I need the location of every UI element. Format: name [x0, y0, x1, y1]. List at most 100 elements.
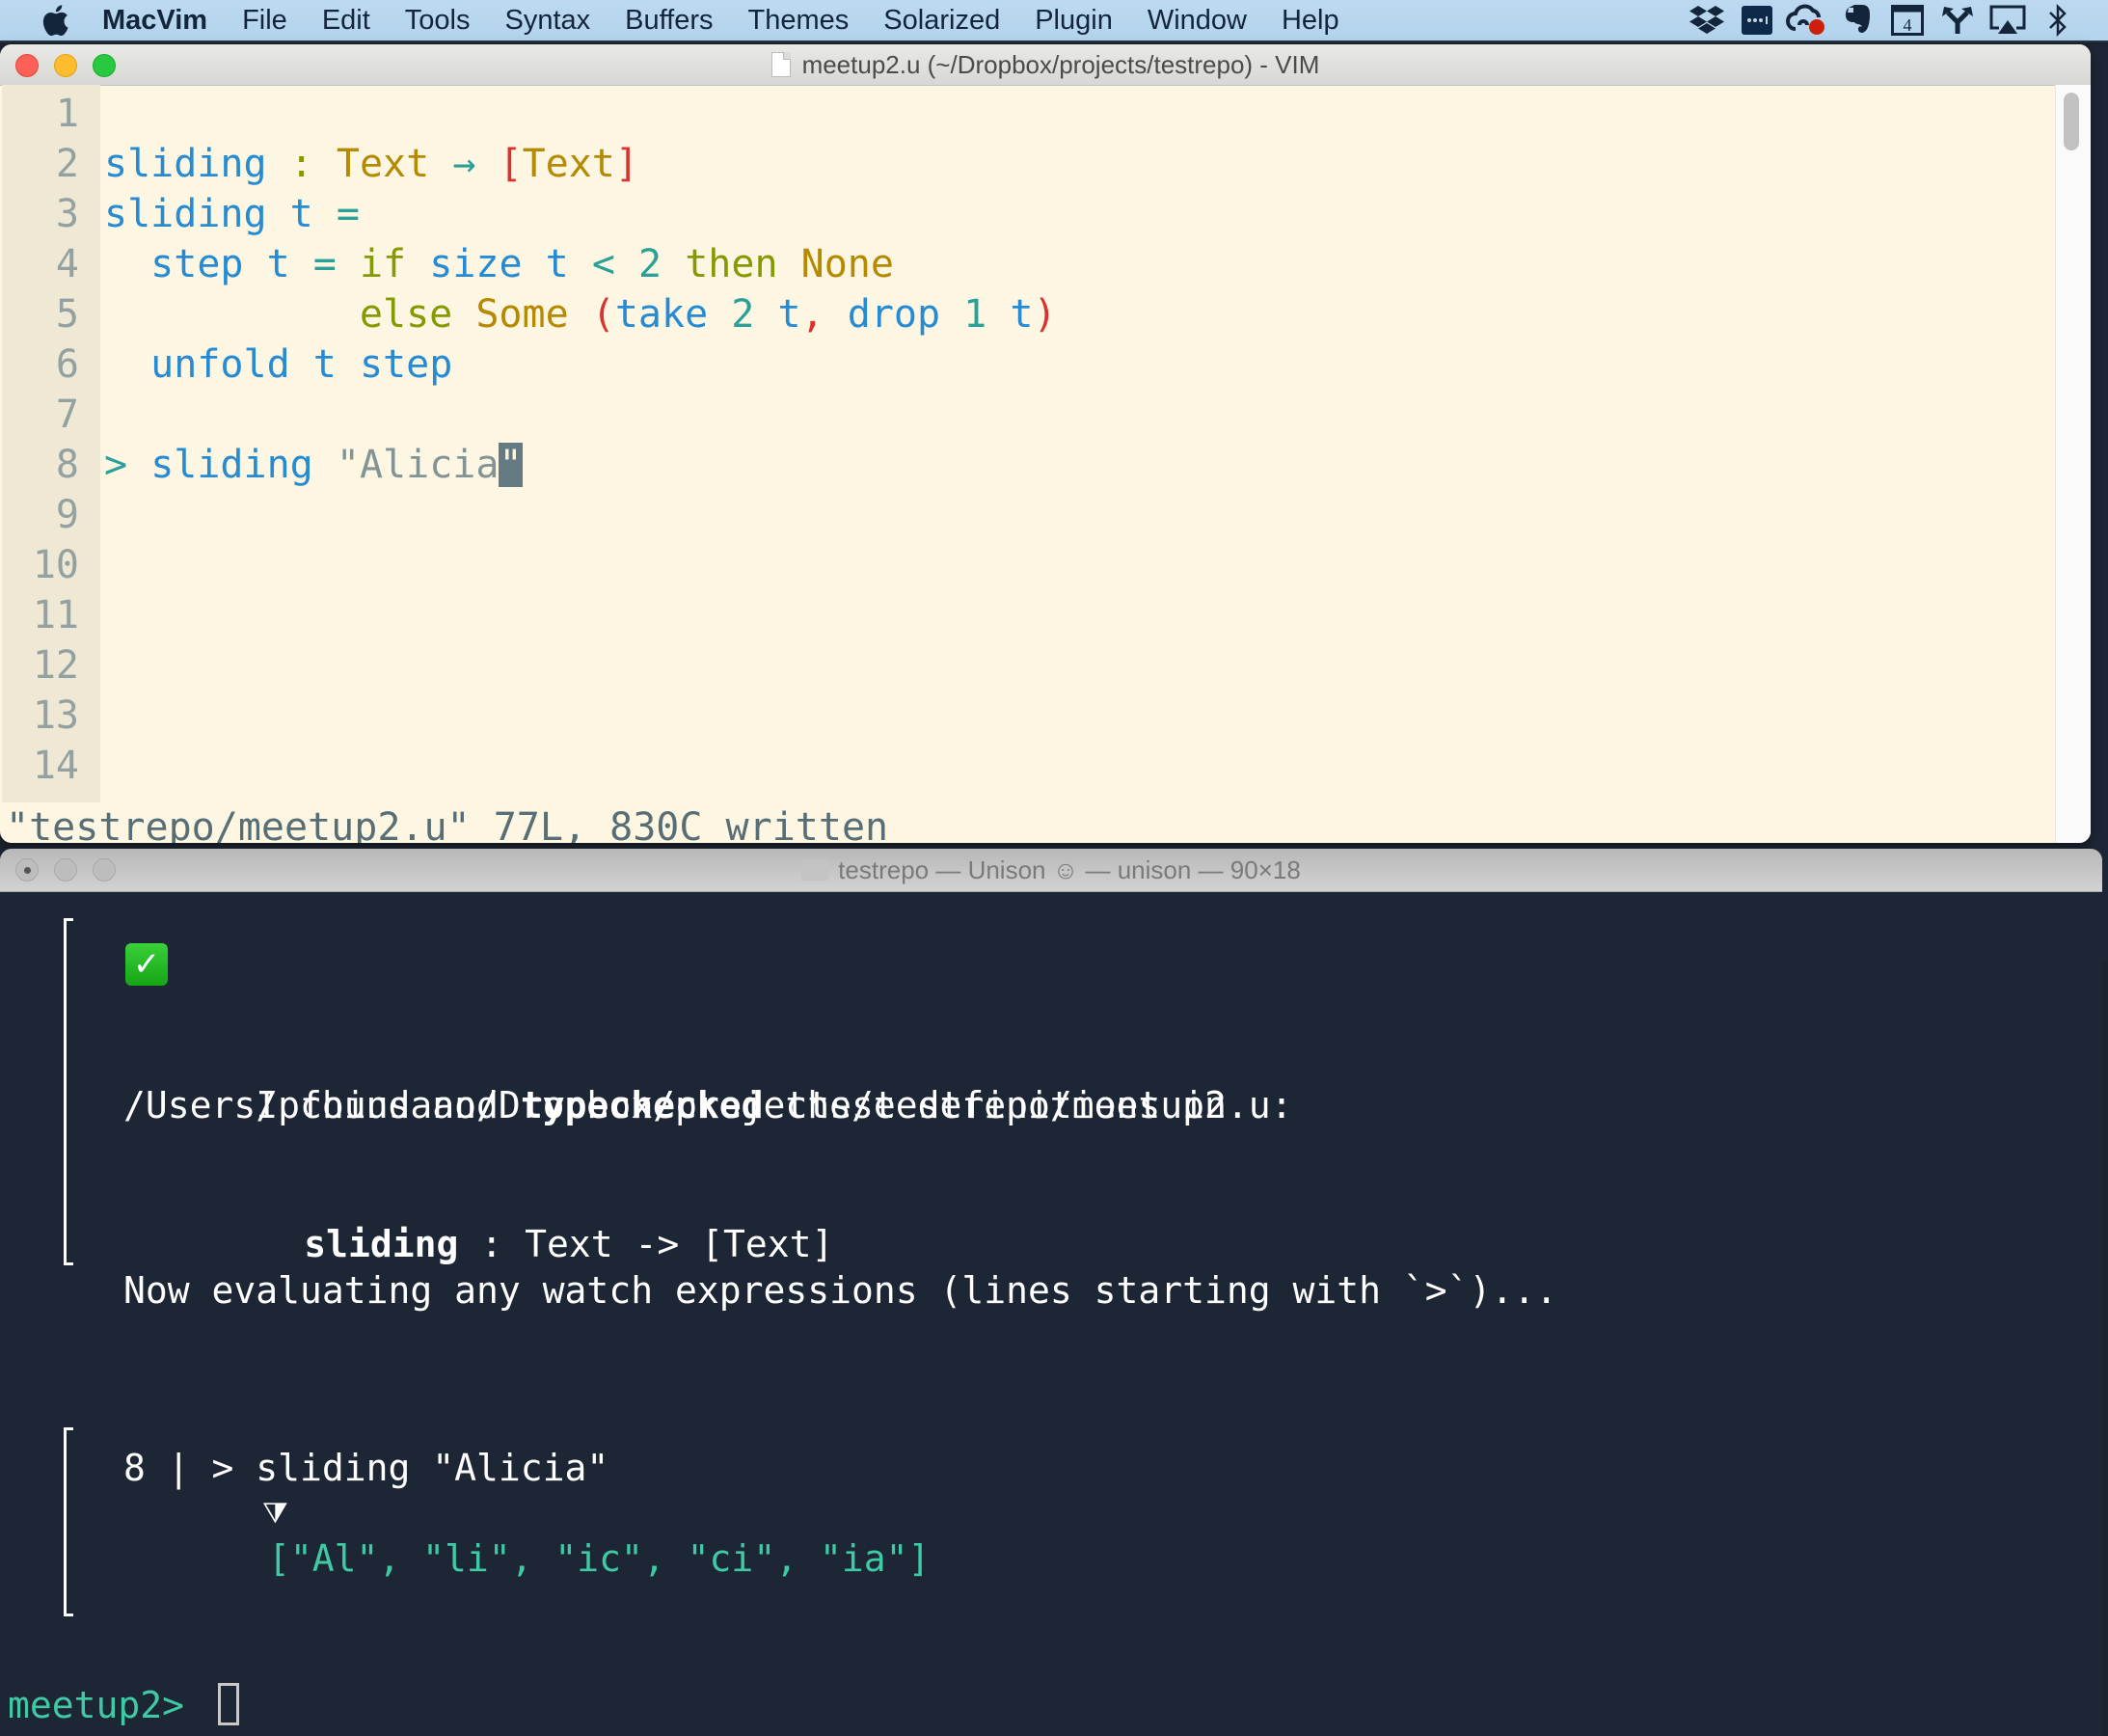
output-block-bracket — [64, 918, 73, 1265]
fork-icon[interactable] — [1932, 0, 1983, 41]
code-token: drop — [847, 292, 941, 337]
terminal-zoom-button[interactable] — [93, 858, 116, 882]
status-icons: 4 — [1682, 0, 2083, 41]
check-mark-icon: ✓ — [125, 943, 168, 986]
line-number: 9 — [55, 493, 79, 537]
vertical-scrollbar[interactable] — [2055, 85, 2091, 843]
code-token: t — [312, 342, 337, 387]
folder-icon — [801, 859, 829, 881]
code-token: "Alicia — [336, 443, 500, 487]
code-token: unfold — [150, 342, 290, 387]
terminal-titlebar[interactable]: testrepo — Unison ☺ — unison — 90×18 — [0, 849, 2102, 892]
code-token: take — [614, 292, 709, 337]
line-number: 11 — [32, 593, 79, 637]
vim-editor[interactable]: 1 2 sliding : Text → [Text] 3 sliding t = 4 s… — [0, 85, 2091, 843]
watch-result: ["Al", "li", "ic", "ci", "ia"] — [268, 1537, 931, 1580]
line-text: else Some (take 2 t, drop 1 t) — [104, 289, 1057, 339]
code-token: None — [800, 242, 894, 286]
line-number: 8 — [55, 443, 79, 487]
definition-signature: : Text -> [Text] — [458, 1223, 834, 1265]
vim-status-message: "testrepo/meetup2.u" 77L, 830C written — [6, 805, 889, 843]
background-window — [2091, 44, 2108, 961]
code-token: > — [104, 443, 128, 487]
window-controls — [15, 54, 116, 77]
evernote-icon[interactable] — [1832, 0, 1882, 41]
close-button[interactable] — [15, 54, 39, 77]
down-arrow-icon: ⧩ — [262, 1497, 288, 1531]
code-token: Some — [475, 292, 569, 337]
definition-name: sliding — [304, 1223, 459, 1265]
code-area[interactable]: 1 2 sliding : Text → [Text] 3 sliding t = 4 s… — [0, 85, 2056, 802]
code-token: ) — [1033, 292, 1057, 337]
code-token: = — [312, 242, 337, 286]
dropbox-icon[interactable] — [1682, 0, 1732, 41]
line-number: 13 — [32, 693, 79, 738]
code-token: step — [359, 342, 453, 387]
line-text: sliding : Text → [Text] — [104, 139, 638, 189]
terminal-window-controls — [15, 858, 116, 882]
line-text: unfold t step — [104, 339, 452, 390]
calendar-icon[interactable]: 4 — [1882, 0, 1932, 41]
menu-solarized[interactable]: Solarized — [883, 5, 1000, 37]
vim-titlebar[interactable]: meetup2.u (~/Dropbox/projects/testrepo) … — [0, 44, 2091, 86]
code-token: 2 — [638, 242, 662, 286]
1password-icon[interactable] — [1732, 0, 1782, 41]
menu-syntax[interactable]: Syntax — [505, 5, 591, 37]
menu-themes[interactable]: Themes — [748, 5, 850, 37]
menu-tools[interactable]: Tools — [405, 5, 471, 37]
code-token: : — [289, 142, 313, 186]
menu-plugin[interactable]: Plugin — [1035, 5, 1113, 37]
menu-file[interactable]: File — [242, 5, 287, 37]
watch-block-bracket — [64, 1427, 73, 1616]
terminal-minimize-button[interactable] — [54, 858, 77, 882]
terminal-output[interactable]: ✓ I found and typechecked these definiti… — [0, 891, 2102, 1736]
line-number: 2 — [55, 142, 79, 186]
calendar-day: 4 — [1904, 15, 1912, 35]
airplay-icon[interactable] — [1983, 0, 2033, 41]
creative-cloud-icon[interactable] — [1782, 0, 1832, 41]
repl-input[interactable] — [218, 1683, 239, 1725]
bluetooth-icon[interactable] — [2033, 0, 2083, 41]
line-number: 14 — [32, 744, 79, 788]
menu-help[interactable]: Help — [1282, 5, 1339, 37]
code-token: sliding — [104, 142, 267, 186]
apple-logo-icon[interactable] — [41, 4, 69, 37]
zoom-button[interactable] — [93, 54, 116, 77]
line-number: 10 — [32, 543, 79, 587]
terminal-close-button[interactable] — [15, 858, 39, 882]
code-token: t — [266, 242, 290, 286]
code-token: sliding — [104, 192, 267, 236]
code-token: ( — [591, 292, 615, 337]
line-number: 3 — [55, 192, 79, 236]
text-cursor: " — [499, 443, 523, 487]
minimize-button[interactable] — [54, 54, 77, 77]
terminal-window-title: testrepo — Unison ☺ — unison — 90×18 — [838, 854, 1301, 884]
line-text: sliding t = — [104, 189, 360, 239]
menu-bar: MacVim File Edit Tools Syntax Buffers Th… — [0, 0, 2108, 42]
menu-window[interactable]: Window — [1148, 5, 1247, 37]
scrollbar-thumb[interactable] — [2064, 93, 2079, 150]
line-number: 1 — [55, 92, 79, 136]
menu-macvim[interactable]: MacVim — [102, 5, 207, 37]
code-token: t — [289, 192, 313, 236]
menu-edit[interactable]: Edit — [322, 5, 370, 37]
watch-expression: 8 | > sliding "Alicia" — [123, 1447, 609, 1489]
line-number: 12 — [32, 643, 79, 688]
code-token: [ — [499, 142, 523, 186]
menu-buffers[interactable]: Buffers — [625, 5, 713, 37]
code-token: step — [150, 242, 244, 286]
document-icon — [770, 52, 791, 77]
